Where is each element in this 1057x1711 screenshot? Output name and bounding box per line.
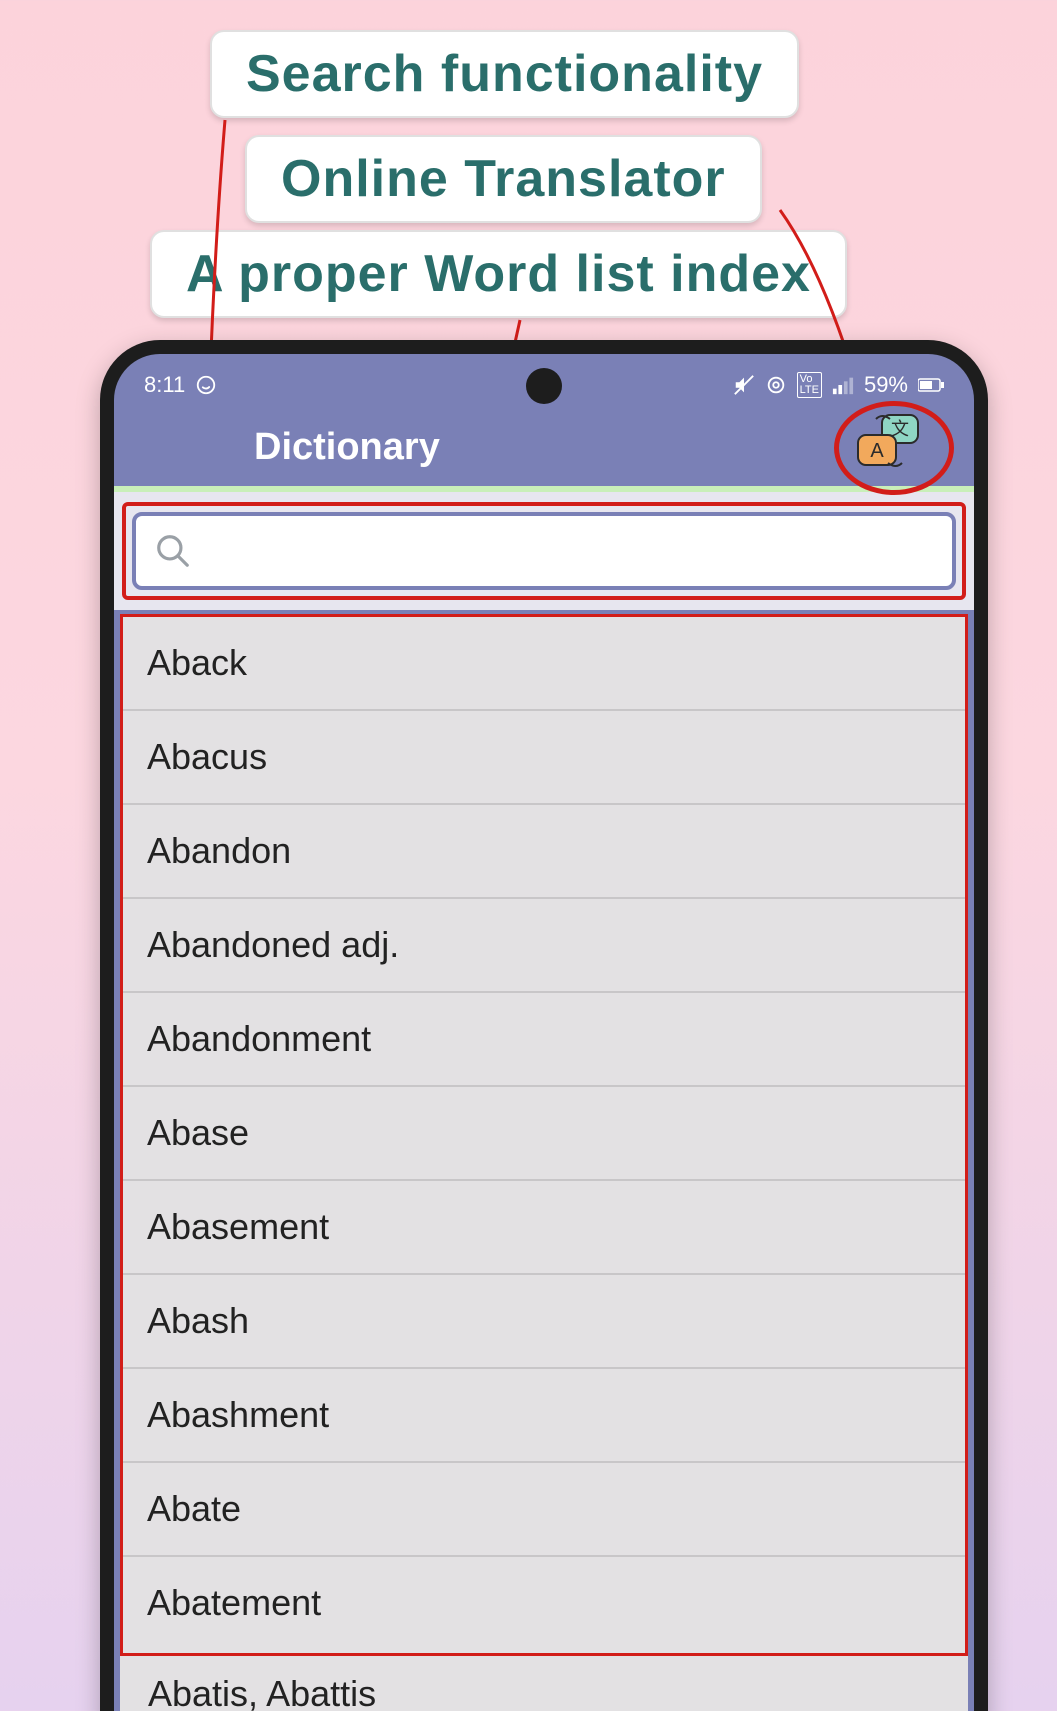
list-item[interactable]: Abashment xyxy=(123,1369,965,1463)
list-item[interactable]: Abate xyxy=(123,1463,965,1557)
translator-button[interactable]: 文 A xyxy=(834,407,944,487)
word-label: Abatis, Abattis xyxy=(148,1673,376,1711)
search-icon xyxy=(154,532,192,570)
list-item[interactable]: Abasement xyxy=(123,1181,965,1275)
battery-percent: 59% xyxy=(864,372,908,398)
search-highlight-frame xyxy=(122,502,966,600)
mute-icon xyxy=(733,374,755,396)
word-label: Aback xyxy=(147,642,247,684)
list-item[interactable]: Aback xyxy=(123,617,965,711)
word-label: Abate xyxy=(147,1488,241,1530)
volte-icon: VoLTE xyxy=(797,372,822,398)
word-label: Abacus xyxy=(147,736,267,778)
callout-wordlist: A proper Word list index xyxy=(150,230,847,318)
battery-icon xyxy=(918,378,944,392)
word-label: Abasement xyxy=(147,1206,329,1248)
phone-frame: 8:11 VoLTE 59% xyxy=(100,340,988,1711)
whatsapp-icon xyxy=(195,374,217,396)
word-label: Abandon xyxy=(147,830,291,872)
search-input[interactable] xyxy=(206,533,934,569)
signal-icon xyxy=(832,375,854,395)
list-item[interactable]: Abash xyxy=(123,1275,965,1369)
word-label: Abandonment xyxy=(147,1018,371,1060)
page-title: Dictionary xyxy=(144,426,834,469)
list-item[interactable]: Abandoned adj. xyxy=(123,899,965,993)
word-list-highlight-frame: Aback Abacus Abandon Abandoned adj. Abandonm… xyxy=(120,614,968,1656)
svg-text:A: A xyxy=(870,440,884,462)
hotspot-icon xyxy=(765,374,787,396)
search-area xyxy=(114,492,974,610)
status-time: 8:11 xyxy=(144,372,185,398)
word-label: Abase xyxy=(147,1112,249,1154)
list-item[interactable]: Abacus xyxy=(123,711,965,805)
svg-text:文: 文 xyxy=(891,419,909,439)
list-item[interactable]: Abase xyxy=(123,1087,965,1181)
phone-notch xyxy=(526,368,562,404)
word-list[interactable]: Aback Abacus Abandon Abandoned adj. Abandonm… xyxy=(123,617,965,1649)
list-item[interactable]: Abandonment xyxy=(123,993,965,1087)
word-label: Abandoned adj. xyxy=(147,924,399,966)
translator-icon: 文 A xyxy=(856,413,922,471)
word-label: Abash xyxy=(147,1300,249,1342)
callout-search: Search functionality xyxy=(210,30,799,118)
search-field[interactable] xyxy=(132,512,956,590)
app-header: Dictionary 文 A xyxy=(114,408,974,486)
word-label: Abatement xyxy=(147,1582,321,1624)
callout-translator: Online Translator xyxy=(245,135,762,223)
list-item[interactable]: Abatis, Abattis xyxy=(120,1656,968,1711)
word-label: Abashment xyxy=(147,1394,329,1436)
list-item[interactable]: Abatement xyxy=(123,1557,965,1649)
list-item[interactable]: Abandon xyxy=(123,805,965,899)
